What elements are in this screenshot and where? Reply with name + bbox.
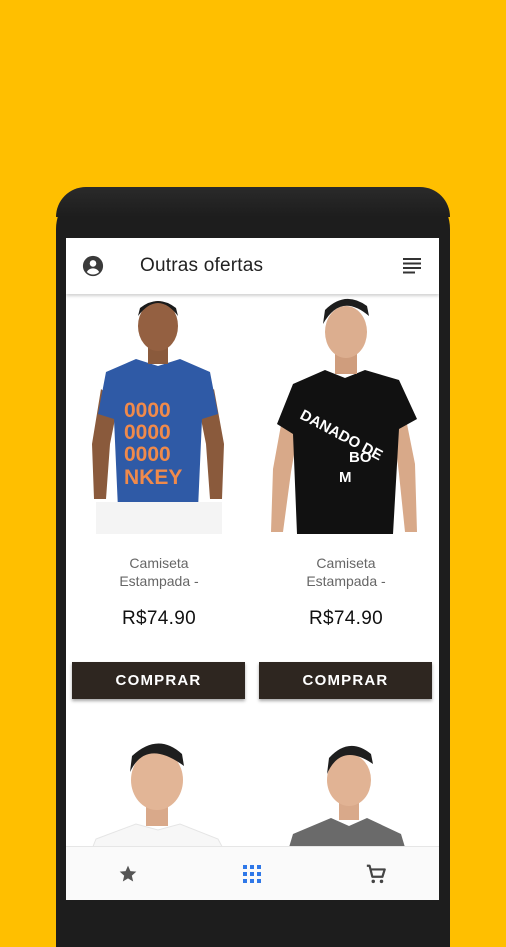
product-card[interactable]: 0000 0000 0000 NKEY Camiseta Estampada - … xyxy=(66,294,252,704)
svg-text:0000: 0000 xyxy=(124,421,171,444)
svg-text:BO: BO xyxy=(349,449,372,466)
sort-lines-icon[interactable] xyxy=(402,256,422,276)
product-image[interactable]: 0000 0000 0000 NKEY xyxy=(66,294,252,534)
product-card[interactable]: DANADO DE BO M Camiseta Estampada - R$74.… xyxy=(253,294,439,704)
bottom-navigation xyxy=(66,846,439,900)
nav-cart[interactable] xyxy=(314,847,438,900)
svg-text:M: M xyxy=(339,469,352,486)
product-name: Camiseta Estampada - xyxy=(306,555,386,589)
product-image[interactable]: DANADO DE BO M xyxy=(253,294,439,534)
model-blue-shirt-image: 0000 0000 0000 NKEY xyxy=(66,294,252,534)
nav-products[interactable] xyxy=(190,847,314,900)
buy-button[interactable]: COMPRAR xyxy=(259,662,432,699)
product-price: R$74.90 xyxy=(122,608,196,629)
nav-favorites[interactable] xyxy=(66,847,190,900)
page-title: Outras ofertas xyxy=(140,255,264,276)
product-name: Camiseta Estampada - xyxy=(119,555,199,589)
buy-button[interactable]: COMPRAR xyxy=(72,662,245,699)
svg-text:0000: 0000 xyxy=(124,443,171,466)
star-icon xyxy=(119,865,137,882)
product-card[interactable] xyxy=(66,714,252,854)
svg-text:NKEY: NKEY xyxy=(124,466,182,489)
product-price: R$74.90 xyxy=(309,608,383,629)
grid-icon xyxy=(243,865,261,883)
phone-bezel xyxy=(56,187,450,217)
model-gray-shirt-image xyxy=(253,714,439,854)
model-white-shirt-image xyxy=(66,714,252,854)
account-circle-icon[interactable] xyxy=(82,255,104,277)
product-card[interactable] xyxy=(253,714,439,854)
app-bar: Outras ofertas xyxy=(66,238,439,294)
product-image[interactable] xyxy=(253,714,439,854)
svg-text:0000: 0000 xyxy=(124,399,171,422)
app-screen: Outras ofertas 0000 0000 0000 NKEY Camis… xyxy=(66,238,439,900)
cart-icon xyxy=(366,864,386,884)
product-image[interactable] xyxy=(66,714,252,854)
model-black-shirt-image: DANADO DE BO M xyxy=(253,294,439,534)
